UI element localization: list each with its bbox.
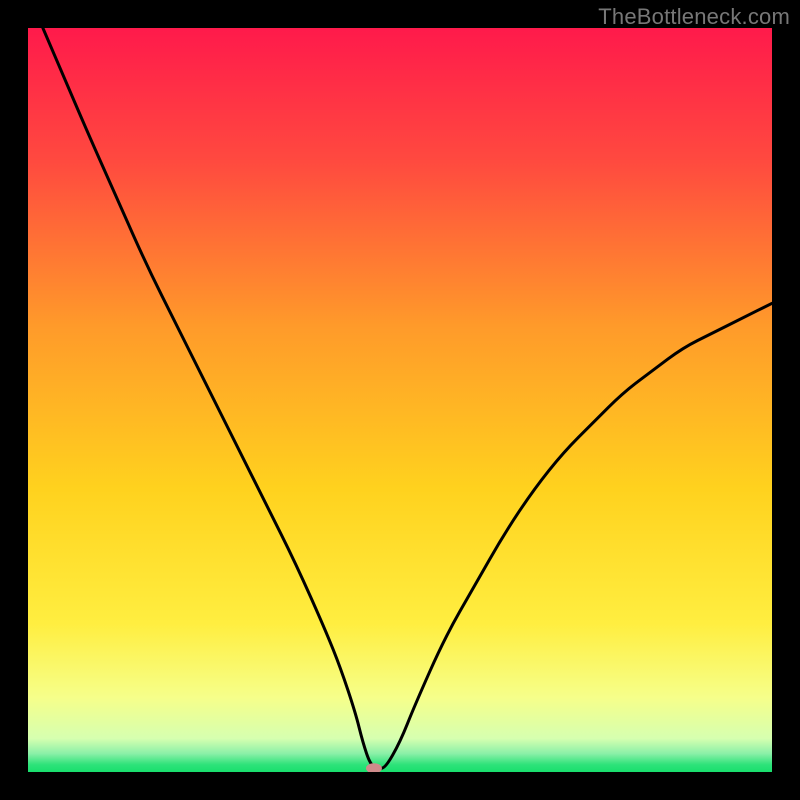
gradient-background	[28, 28, 772, 772]
watermark-text: TheBottleneck.com	[598, 4, 790, 30]
plot-area	[28, 28, 772, 772]
bottleneck-chart	[28, 28, 772, 772]
chart-frame: TheBottleneck.com	[0, 0, 800, 800]
